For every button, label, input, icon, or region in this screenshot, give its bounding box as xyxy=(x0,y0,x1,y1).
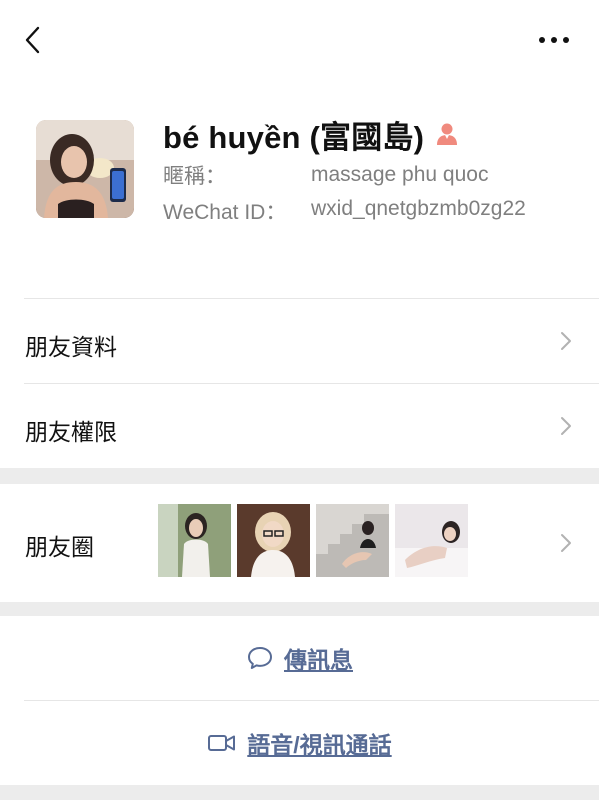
friend-permissions-row[interactable]: 朋友權限 xyxy=(0,384,599,468)
nickname-value: massage phu quoc xyxy=(311,163,489,186)
moments-label: 朋友圈 xyxy=(25,534,94,560)
more-options-button[interactable] xyxy=(532,28,572,52)
chevron-right-icon xyxy=(561,417,571,435)
section-separator xyxy=(0,785,599,800)
chevron-left-icon xyxy=(25,26,40,54)
avatar[interactable] xyxy=(36,120,134,218)
more-dots-icon xyxy=(539,37,569,43)
friend-info-row[interactable]: 朋友資料 xyxy=(0,299,599,383)
send-message-button[interactable]: 傳訊息 xyxy=(0,616,599,700)
wechat-id-value: wxid_qnetgbzmb0zg22 xyxy=(311,197,526,220)
moments-photo-4[interactable] xyxy=(395,504,468,577)
avatar-photo xyxy=(36,120,134,218)
moments-photo-1[interactable] xyxy=(158,504,231,577)
send-message-label: 傳訊息 xyxy=(284,647,353,673)
chevron-right-icon xyxy=(561,534,571,552)
name-row: bé huyền (富國島) xyxy=(163,114,460,155)
friend-permissions-label: 朋友權限 xyxy=(25,419,117,445)
wechat-id-label: WeChat ID： xyxy=(163,201,287,224)
moments-thumbnails xyxy=(158,504,468,577)
friend-info-label: 朋友資料 xyxy=(25,334,117,360)
section-separator xyxy=(0,602,599,616)
moments-photo-2[interactable] xyxy=(237,504,310,577)
back-button[interactable] xyxy=(18,22,50,58)
voice-video-call-button[interactable]: 語音/視訊通話 xyxy=(0,701,599,785)
female-user-icon xyxy=(437,123,458,145)
voice-video-call-label: 語音/視訊通話 xyxy=(247,732,392,758)
video-camera-icon xyxy=(208,735,236,751)
nickname-label: 暱稱： xyxy=(163,165,226,188)
top-bar xyxy=(0,0,599,80)
moments-row[interactable]: 朋友圈 xyxy=(0,484,599,602)
chevron-right-icon xyxy=(561,332,571,350)
section-separator xyxy=(0,468,599,484)
profile-header: bé huyền (富國島) 暱稱： massage phu quoc WeCh… xyxy=(0,100,599,270)
moments-photo-3[interactable] xyxy=(316,504,389,577)
chat-bubble-icon xyxy=(248,647,272,669)
display-name: bé huyền (富國島) xyxy=(163,119,425,155)
